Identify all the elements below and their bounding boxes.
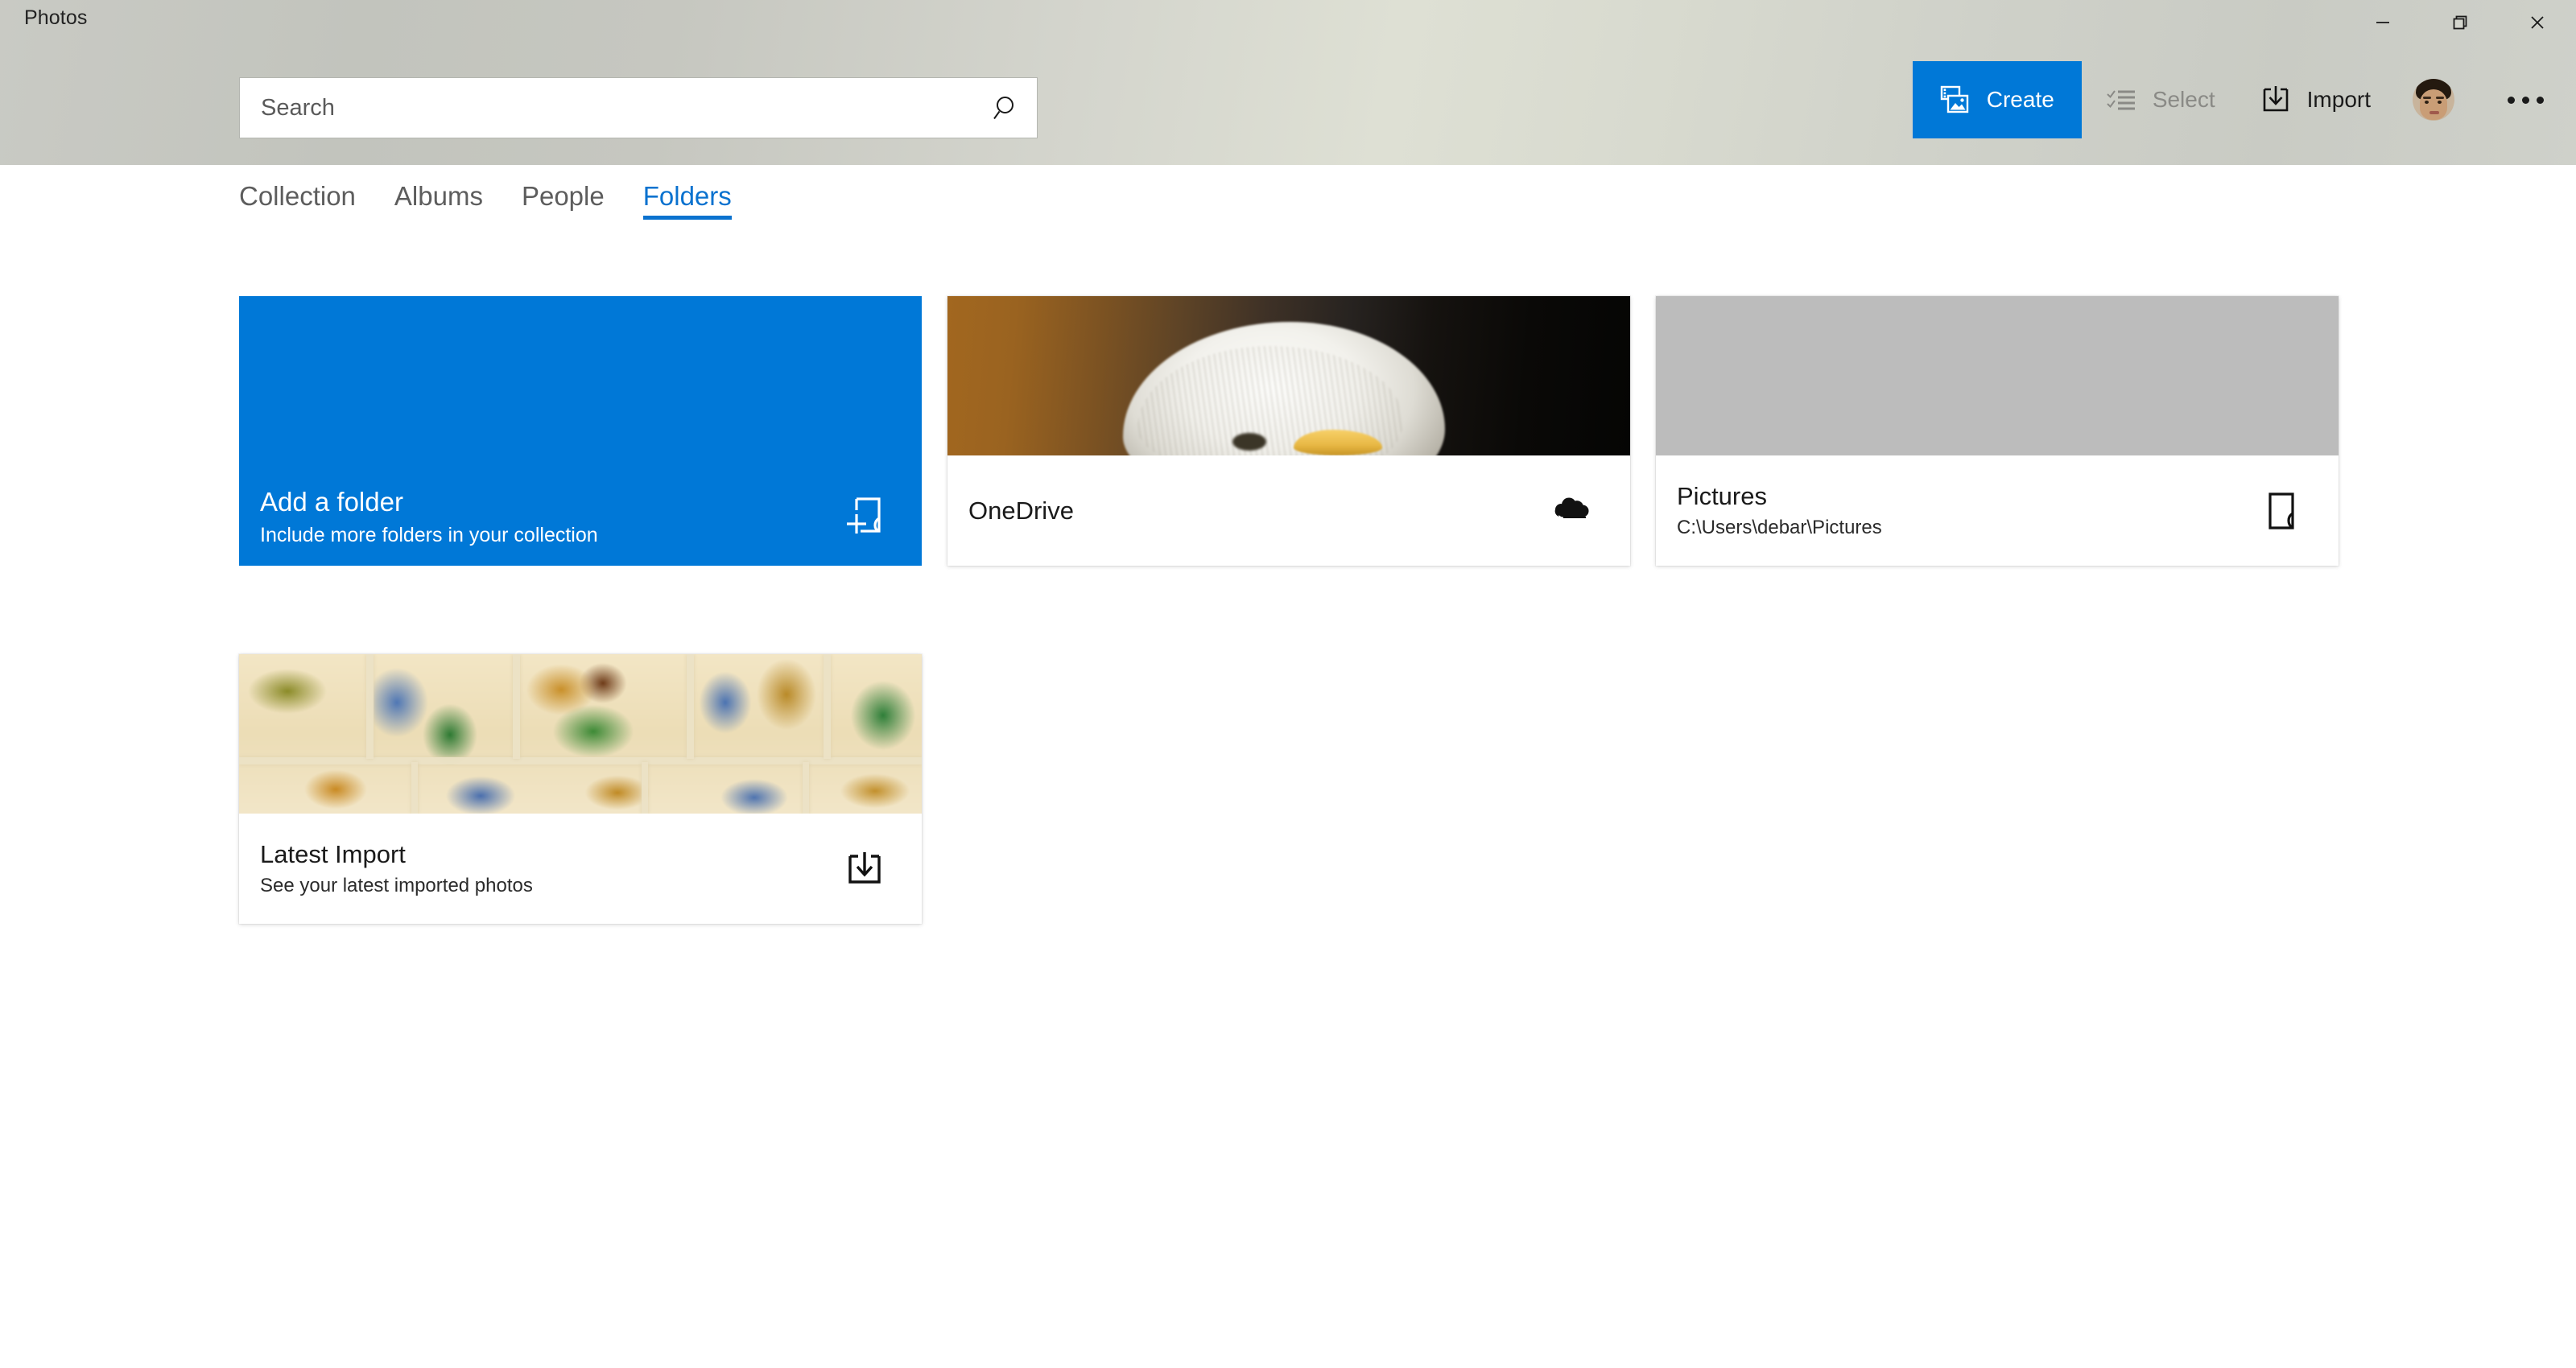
avatar — [2413, 79, 2454, 121]
tile-body: Latest Import See your latest imported p… — [239, 814, 922, 924]
restore-icon — [2453, 15, 2467, 30]
folders-grid-row: Latest Import See your latest imported p… — [239, 654, 2413, 924]
tile-body: OneDrive — [947, 455, 1630, 566]
grout-v — [411, 762, 418, 814]
tile-text: Add a folder Include more folders in you… — [260, 486, 835, 548]
grout-v — [803, 762, 809, 814]
ceramic-grout-lines — [239, 654, 922, 814]
create-photo-video-icon — [1940, 85, 1968, 113]
avatar-brow-right — [2436, 97, 2444, 99]
tile-icon — [835, 839, 894, 899]
import-download-icon — [848, 851, 881, 884]
tile-text: OneDrive — [968, 496, 1543, 526]
close-button[interactable] — [2499, 0, 2576, 45]
ellipsis-icon-dot-1 — [2508, 96, 2515, 104]
tile-pictures[interactable]: Pictures C:\Users\debar\Pictures — [1656, 296, 2339, 566]
tab-folders[interactable]: Folders — [642, 181, 758, 225]
tile-title: Add a folder — [260, 487, 403, 517]
tile-title: Latest Import — [260, 840, 406, 868]
avatar-eye-right — [2438, 101, 2442, 104]
minimize-icon — [2376, 22, 2389, 23]
avatar-eye-left — [2425, 101, 2429, 104]
tile-subtitle: C:\Users\debar\Pictures — [1677, 516, 1882, 538]
tile-text: Pictures C:\Users\debar\Pictures — [1677, 481, 2252, 540]
import-button[interactable]: Import — [2236, 61, 2392, 138]
create-button-label: Create — [1986, 87, 2054, 112]
tile-subtitle: Include more folders in your collection — [260, 523, 598, 546]
ellipsis-icon-dot-2 — [2522, 96, 2529, 104]
tile-latest-import[interactable]: Latest Import See your latest imported p… — [239, 654, 922, 924]
see-more-button[interactable] — [2475, 61, 2576, 138]
tile-title: Pictures — [1677, 482, 1767, 510]
tile-text: Latest Import See your latest imported p… — [260, 839, 835, 898]
grout-v — [513, 654, 520, 759]
window-controls — [2344, 0, 2576, 45]
search-input[interactable] — [240, 94, 976, 122]
tab-albums[interactable]: Albums — [394, 181, 509, 225]
search-icon — [993, 97, 1013, 120]
avatar-brow-left — [2423, 97, 2431, 99]
grout-v — [366, 654, 374, 759]
tab-people-label: People — [521, 181, 605, 211]
tile-thumbnail-ceramic — [239, 654, 922, 814]
restore-button[interactable] — [2421, 0, 2499, 45]
pivot-tabs: Collection Albums People Folders — [239, 181, 770, 225]
folder-icon — [2268, 492, 2294, 529]
folders-grid-row: Add a folder Include more folders in you… — [239, 296, 2413, 566]
account-button[interactable] — [2392, 61, 2475, 138]
tile-icon — [835, 485, 894, 545]
search-box[interactable] — [239, 77, 1038, 138]
grout-v — [824, 654, 831, 759]
tile-onedrive[interactable]: OneDrive — [947, 296, 1630, 566]
tile-thumbnail-eagle — [947, 296, 1630, 455]
avatar-face — [2420, 89, 2447, 120]
tile-subtitle: See your latest imported photos — [260, 874, 533, 896]
folder-add-icon — [847, 497, 881, 534]
select-button[interactable]: Select — [2082, 61, 2236, 138]
tab-collection[interactable]: Collection — [239, 181, 382, 225]
eagle-eye-shape — [1232, 433, 1266, 451]
tile-title: OneDrive — [968, 496, 1074, 525]
tab-folders-label: Folders — [642, 181, 732, 211]
command-bar: Create Select Import — [1912, 61, 2576, 138]
eagle-head-shape — [1123, 322, 1445, 455]
import-button-label: Import — [2306, 87, 2371, 112]
tile-add-a-folder[interactable]: Add a folder Include more folders in you… — [239, 296, 922, 566]
select-checklist-icon — [2107, 90, 2135, 110]
tab-collection-label: Collection — [239, 181, 356, 211]
folders-grid: Add a folder Include more folders in you… — [239, 296, 2413, 924]
tab-people[interactable]: People — [522, 181, 630, 225]
grout-v — [642, 762, 648, 814]
create-button[interactable]: Create — [1912, 61, 2082, 138]
tile-body: Pictures C:\Users\debar\Pictures — [1656, 455, 2339, 566]
import-download-icon — [2263, 86, 2288, 112]
onedrive-cloud-icon — [1554, 497, 1589, 518]
app-chrome: Photos Search Create Select Import — [0, 0, 2576, 165]
grout-h — [239, 757, 922, 764]
minimize-button[interactable] — [2344, 0, 2421, 45]
title-bar[interactable]: Photos — [0, 0, 2576, 45]
tile-body: Add a folder Include more folders in you… — [239, 296, 922, 566]
select-button-label: Select — [2152, 87, 2215, 112]
close-icon — [2531, 16, 2544, 29]
search-button[interactable] — [976, 78, 1037, 138]
tile-thumbnail-placeholder — [1656, 296, 2339, 455]
tile-icon — [2252, 481, 2311, 541]
grout-v — [687, 654, 694, 759]
ellipsis-icon-dot-3 — [2537, 96, 2544, 104]
tile-icon — [1543, 481, 1603, 541]
avatar-mouth — [2429, 111, 2439, 114]
tab-albums-label: Albums — [394, 181, 483, 211]
app-title: Photos — [24, 6, 88, 29]
photos-app-window: Photos Search Create Select Import Colle… — [0, 0, 2576, 1368]
